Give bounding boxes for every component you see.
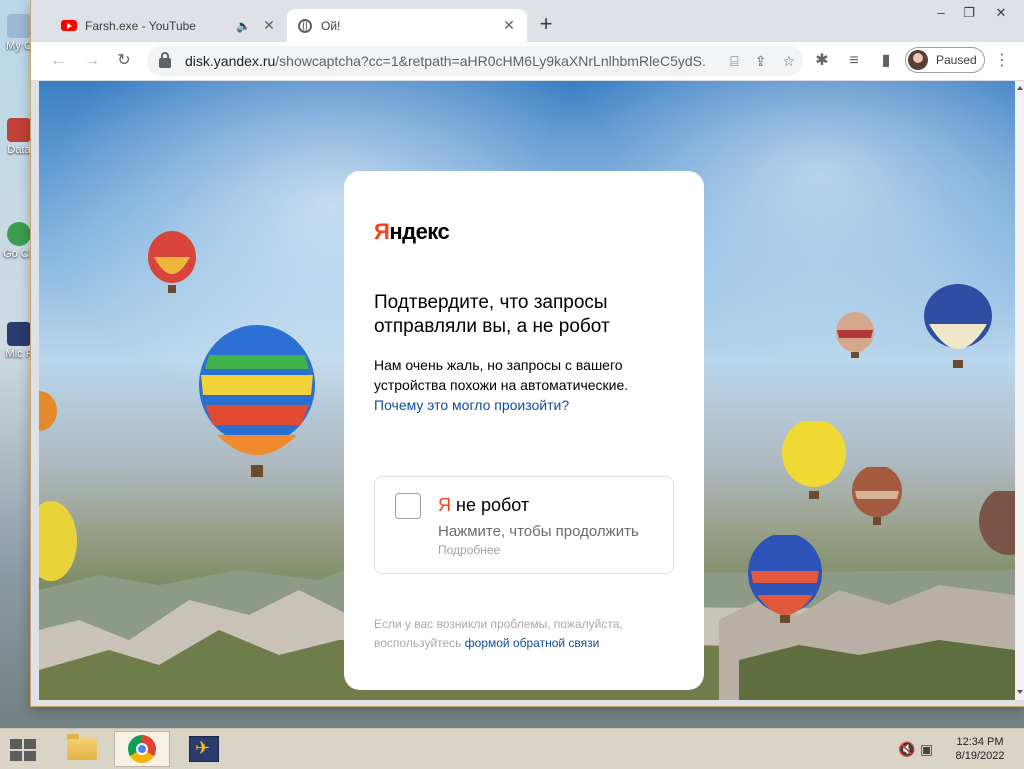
clock-date: 8/19/2022 <box>955 750 1005 762</box>
feedback-note: Если у вас возникли проблемы, пожалуйста… <box>374 615 664 653</box>
extensions-icon[interactable]: ✱ <box>809 48 835 74</box>
taskbar: 🔇 ▣ 12:34 PM 8/19/2022 <box>0 728 1024 769</box>
balloon-illustration <box>979 491 1015 555</box>
avatar <box>908 50 928 70</box>
why-link[interactable]: Почему это могло произойти? <box>374 397 569 413</box>
windows-start-icon[interactable] <box>10 739 38 761</box>
address-bar[interactable]: disk.yandex.ru/showcaptcha?cc=1&retpath=… <box>147 46 803 76</box>
chrome-icon <box>128 735 156 763</box>
balloon-illustration <box>39 501 77 581</box>
close-tab-icon[interactable]: ✕ <box>261 17 277 34</box>
tab-captcha[interactable]: Ой! ✕ <box>287 9 527 42</box>
desktop-icon-label: Data <box>7 144 31 156</box>
new-tab-button[interactable]: + <box>536 12 556 36</box>
translate-icon[interactable]: ⌸ <box>730 53 738 70</box>
atom-icon <box>7 118 31 142</box>
globe-icon <box>297 18 313 34</box>
close-window-button[interactable]: ✕ <box>984 2 1018 24</box>
back-icon[interactable]: ← <box>45 48 71 74</box>
captcha-card: Яндекс Подтвердите, что запросы отправля… <box>344 171 704 690</box>
page-title: Подтвердите, что запросы отправляли вы, … <box>374 292 610 337</box>
description-text: Нам очень жаль, но запросы с вашего устр… <box>374 357 629 393</box>
tab-title: Farsh.exe - YouTube <box>85 18 196 33</box>
yandex-logo[interactable]: Яндекс <box>374 219 450 245</box>
feedback-form-link[interactable]: формой обратной связи <box>465 636 600 650</box>
url-path: /showcaptcha?cc=1&retpath=aHR0cHM6Ly9kaX… <box>275 53 705 69</box>
balloon-illustration <box>782 421 846 499</box>
media-control-icon[interactable]: ≡ <box>841 48 867 74</box>
forward-icon[interactable]: → <box>79 48 105 74</box>
folder-icon <box>67 734 97 760</box>
browser-toolbar: ← → ↻ disk.yandex.ru/showcaptcha?cc=1&re… <box>31 42 1024 81</box>
computer-icon <box>7 14 31 38</box>
desktop-icon-label: Mic F <box>5 348 33 360</box>
url-text[interactable]: disk.yandex.ru/showcaptcha?cc=1&retpath=… <box>185 53 705 69</box>
bookmark-star-icon[interactable]: ☆ <box>782 53 795 70</box>
not-robot-checkbox[interactable] <box>395 493 421 519</box>
captcha-description: Нам очень жаль, но запросы с вашего устр… <box>374 355 654 415</box>
balloon-illustration <box>836 312 874 358</box>
lock-icon[interactable] <box>159 52 171 68</box>
reload-icon[interactable]: ↻ <box>111 48 137 74</box>
tab-youtube[interactable]: Farsh.exe - YouTube 🔈 ✕ <box>51 9 287 42</box>
volume-muted-icon[interactable]: 🔇 <box>898 741 915 758</box>
plane-icon <box>189 736 219 762</box>
clock-time: 12:34 PM <box>956 736 1004 748</box>
flight-sim-taskbar-button[interactable] <box>176 731 232 767</box>
robot-label-text: не робот <box>451 495 530 515</box>
plane-icon <box>7 322 31 346</box>
maximize-button[interactable]: ❐ <box>952 2 986 24</box>
robot-label-ya: Я <box>438 495 451 515</box>
not-robot-checkbox-panel[interactable]: Я не робот Нажмите, чтобы продолжить Под… <box>374 476 674 574</box>
chrome-icon <box>7 222 31 246</box>
balloon-illustration <box>199 325 315 477</box>
system-clock[interactable]: 12:34 PM 8/19/2022 <box>940 735 1020 763</box>
scroll-up-arrow-icon[interactable] <box>1017 86 1023 90</box>
close-tab-icon[interactable]: ✕ <box>501 17 517 34</box>
profile-status: Paused <box>936 53 977 67</box>
profile-button[interactable]: Paused <box>905 47 985 73</box>
checkbox-hint: Нажмите, чтобы продолжить <box>438 523 639 540</box>
logo-text: ндекс <box>389 219 450 244</box>
youtube-icon <box>61 18 77 34</box>
balloon-illustration <box>924 284 992 368</box>
more-info-link[interactable]: Подробнее <box>438 543 500 557</box>
network-icon[interactable]: ▣ <box>920 741 933 758</box>
menu-kebab-icon[interactable]: ⋮ <box>989 48 1015 74</box>
share-icon[interactable]: ⇪ <box>755 53 767 70</box>
balloon-illustration <box>852 467 902 525</box>
balloon-illustration <box>748 535 822 623</box>
omnibox-actions: ⌸ ⇪ ☆ <box>730 46 795 76</box>
balloon-illustration <box>148 231 196 293</box>
scroll-down-arrow-icon[interactable] <box>1017 690 1023 694</box>
tab-strip: Farsh.exe - YouTube 🔈 ✕ Ой! ✕ + – ❐ ✕ <box>31 0 1024 42</box>
logo-letter-ya: Я <box>374 219 390 244</box>
desktop-icon-label: My C <box>6 40 32 52</box>
file-explorer-taskbar-button[interactable] <box>54 731 110 767</box>
url-host: disk.yandex.ru <box>185 53 276 69</box>
page-scrollbar[interactable] <box>1015 81 1024 700</box>
balloon-illustration <box>39 391 57 431</box>
tab-title: Ой! <box>321 18 341 33</box>
not-robot-label[interactable]: Я не робот <box>438 495 529 516</box>
speaker-icon[interactable]: 🔈 <box>236 19 251 33</box>
side-panel-icon[interactable]: ▮ <box>873 48 899 74</box>
chrome-taskbar-button[interactable] <box>114 731 170 767</box>
